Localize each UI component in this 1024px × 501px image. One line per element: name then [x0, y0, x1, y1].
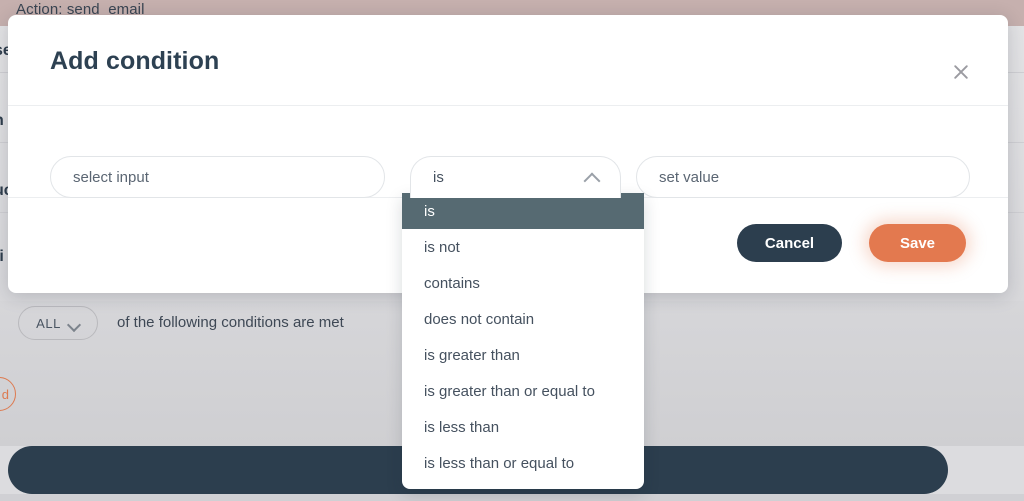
dropdown-option[interactable]: is greater than: [402, 337, 644, 373]
dropdown-option[interactable]: does not contain: [402, 301, 644, 337]
condition-tag-label: d: [1, 386, 9, 402]
chevron-down-icon: [68, 320, 80, 327]
operator-dropdown-menu[interactable]: is is not contains does not contain is great…: [402, 193, 644, 489]
modal-header: Add condition: [8, 15, 1008, 106]
dropdown-option[interactable]: is: [402, 193, 644, 229]
conditions-description: of the following conditions are met: [117, 314, 344, 331]
cancel-button-label: Cancel: [764, 234, 815, 252]
set-value-placeholder: set value: [659, 168, 720, 186]
save-button-label: Save: [899, 234, 936, 252]
dropdown-option[interactable]: is less than or equal to: [402, 445, 644, 481]
operator-select-value: is: [433, 169, 444, 186]
modal-body: select input is set value: [8, 106, 1008, 198]
cancel-button[interactable]: Cancel: [737, 224, 842, 262]
dropdown-option[interactable]: contains: [402, 265, 644, 301]
page-title: Add condition: [50, 47, 220, 75]
save-button[interactable]: Save: [869, 224, 966, 262]
dropdown-option[interactable]: is less than: [402, 409, 644, 445]
select-input-placeholder: select input: [73, 168, 149, 186]
all-conditions-dropdown[interactable]: ALL: [18, 306, 98, 340]
set-value-field[interactable]: set value: [636, 156, 970, 198]
table-row-label: ti: [0, 248, 4, 265]
background-bottom-strip: [0, 494, 1024, 501]
all-conditions-label: ALL: [36, 315, 61, 331]
select-input-field[interactable]: select input: [50, 156, 385, 198]
dropdown-option[interactable]: is not: [402, 229, 644, 265]
chevron-up-icon: [584, 173, 600, 183]
close-icon[interactable]: [948, 59, 974, 85]
dropdown-option[interactable]: is greater than or equal to: [402, 373, 644, 409]
operator-select[interactable]: is: [410, 156, 621, 198]
